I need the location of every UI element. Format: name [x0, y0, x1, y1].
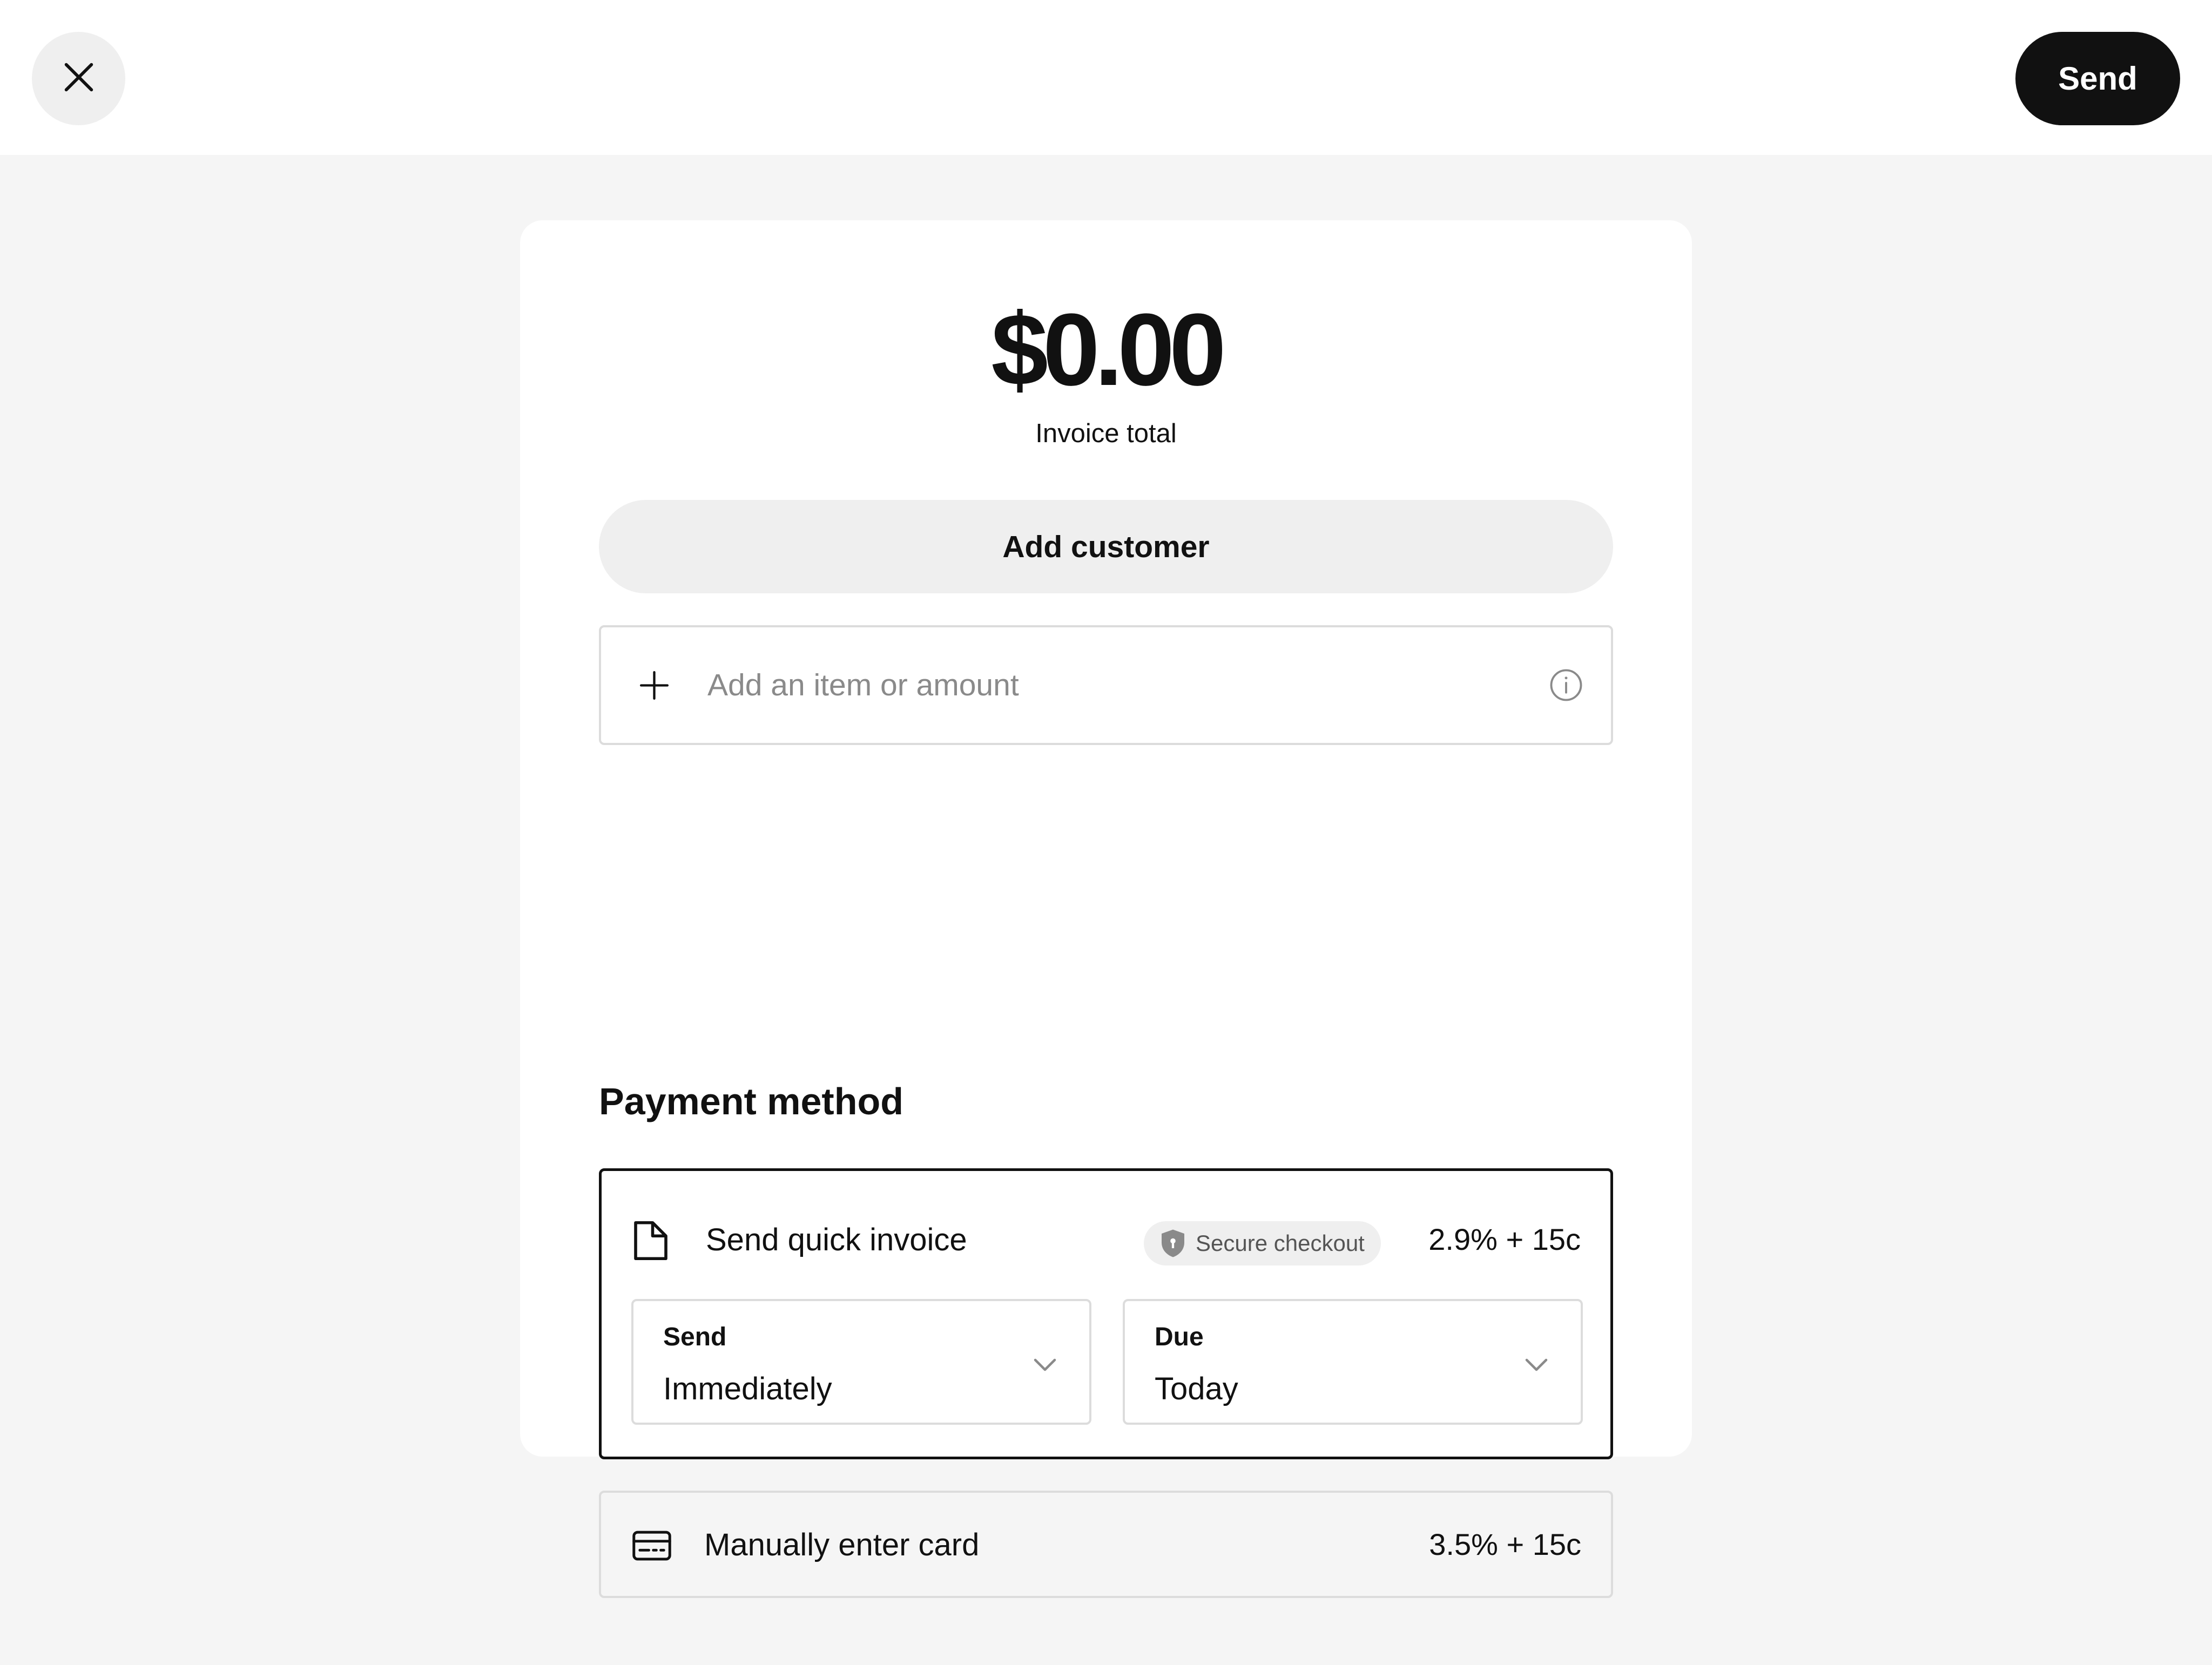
chevron-down-icon [1030, 1350, 1060, 1379]
shield-icon [1160, 1229, 1186, 1258]
add-customer-button[interactable]: Add customer [599, 500, 1613, 593]
due-date-value: Today [1155, 1371, 1238, 1406]
chevron-down-icon [1522, 1350, 1551, 1379]
payment-method-heading: Payment method [599, 1080, 903, 1122]
quick-invoice-title: Send quick invoice [706, 1222, 967, 1257]
document-icon [632, 1221, 670, 1261]
credit-card-icon [632, 1531, 671, 1561]
secure-checkout-label: Secure checkout [1196, 1230, 1365, 1256]
quick-invoice-fee: 2.9% + 15c [1428, 1222, 1581, 1256]
invoice-card: $0.00 Invoice total Add customer Payment… [520, 220, 1692, 1598]
payment-option-quick-invoice[interactable]: Send quick invoice Secure checkout 2.9% … [599, 1168, 1613, 1459]
close-icon [60, 58, 98, 99]
due-date-label: Due [1155, 1323, 1204, 1351]
payment-option-manual-card[interactable]: Manually enter card 3.5% + 15c [599, 1491, 1613, 1598]
send-timing-value: Immediately [663, 1371, 832, 1406]
invoice-total-label: Invoice total [1035, 419, 1177, 448]
send-timing-select[interactable]: Send Immediately [631, 1299, 1091, 1425]
top-bar: Send [0, 0, 2212, 155]
plus-icon[interactable] [637, 668, 672, 703]
invoice-total-amount: $0.00 [991, 293, 1226, 407]
add-item-field[interactable] [599, 625, 1613, 745]
add-item-input[interactable] [707, 667, 1537, 703]
close-button[interactable] [32, 32, 125, 125]
send-button[interactable]: Send [2015, 32, 2180, 125]
info-icon[interactable] [1548, 667, 1584, 703]
secure-checkout-badge: Secure checkout [1144, 1221, 1381, 1265]
manual-card-title: Manually enter card [704, 1527, 980, 1562]
due-date-select[interactable]: Due Today [1123, 1299, 1583, 1425]
manual-card-fee: 3.5% + 15c [1429, 1527, 1581, 1561]
send-timing-label: Send [663, 1323, 727, 1351]
